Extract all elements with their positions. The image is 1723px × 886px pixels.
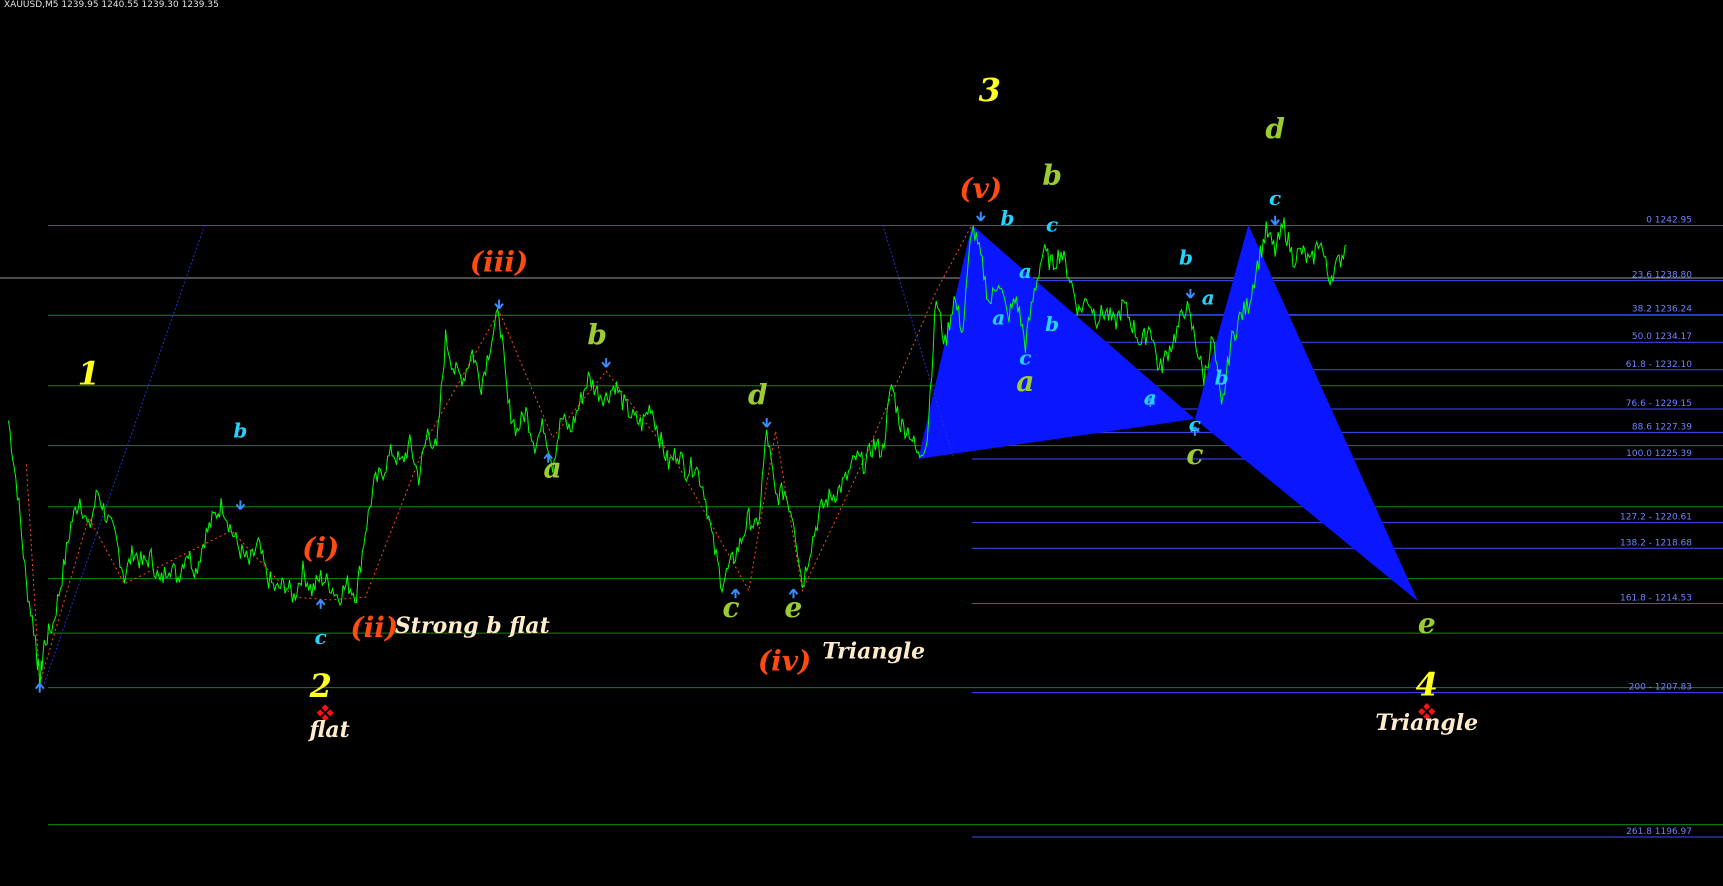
- fib-label-2: 38.2 1236.24: [1632, 305, 1692, 315]
- wave-label-primary-3: 4: [1416, 666, 1438, 704]
- wave-label-minute-30: c: [1189, 412, 1201, 436]
- wave-arrow-2: [235, 500, 246, 511]
- wave-label-minor-14: c: [722, 591, 739, 624]
- wave-arrow-3: [494, 299, 504, 310]
- fib-label-0: 0 1242.95: [1646, 215, 1692, 225]
- fib-label-3: 50.0 1234.17: [1632, 332, 1692, 342]
- fib-label-10: 161.8 - 1214.53: [1620, 593, 1692, 603]
- wave-label-minute-9: b: [233, 419, 247, 443]
- price-chart: 0 1242.95 23.6 1238.80 38.2 1236.24 50.0 12…: [0, 71, 1723, 838]
- wave-label-intermediate-4: (i): [302, 531, 339, 564]
- wave-label-minute-28: a: [1202, 286, 1215, 310]
- fib-label-7: 100.0 1225.39: [1626, 449, 1692, 459]
- trendline-0: [43, 224, 206, 684]
- wave-label-minute-24: a: [992, 306, 1005, 330]
- wave-label-minute-22: c: [1046, 212, 1058, 236]
- wave-arrow-7: [761, 417, 772, 428]
- wave-label-primary-2: 3: [979, 71, 1001, 109]
- wave-label-minor-12: a: [544, 452, 562, 485]
- wave-label-minor-19: d: [1265, 112, 1285, 145]
- wave-label-minute-32: c: [1269, 186, 1281, 210]
- wave-label-minute-21: b: [1001, 206, 1015, 230]
- wave-arrow-9: [975, 211, 986, 222]
- fib-label-9: 138.2 - 1218.68: [1620, 538, 1692, 548]
- fib-label-12: 261.8 1196.97: [1626, 827, 1692, 837]
- wave-label-intermediate-8: (v): [959, 172, 1002, 205]
- wave-label-intermediate-7: (iv): [758, 644, 811, 677]
- wave-label-primary-0: 1: [78, 354, 100, 392]
- wave-label-minute-10: c: [315, 625, 327, 649]
- fib-label-4: 61.8 - 1232.10: [1626, 360, 1692, 370]
- wave-comment-0: Strong b flat: [395, 613, 550, 639]
- wave-label-intermediate-6: (iii): [470, 245, 528, 278]
- wave-label-minute-25: b: [1045, 312, 1059, 336]
- harmonic-triangle-bcd: [1194, 224, 1418, 602]
- wave-label-minor-16: b: [1042, 159, 1062, 192]
- fib-label-5: 76.6 - 1229.15: [1626, 399, 1692, 409]
- wave-comment-2: flat: [307, 717, 349, 743]
- wave-label-minute-31: b: [1215, 365, 1229, 389]
- wave-label-minor-17: a: [1016, 365, 1034, 398]
- wave-label-minute-23: a: [1019, 259, 1032, 283]
- fib-label-1: 23.6 1238.80: [1632, 271, 1692, 281]
- wave-label-minute-26: c: [1019, 345, 1031, 369]
- wave-label-minor-11: b: [587, 319, 607, 352]
- fib-label-6: 88.6 1227.39: [1632, 422, 1692, 432]
- fib-label-11: 200 - 1207.83: [1629, 683, 1692, 693]
- wave-label-primary-1: 2: [309, 667, 332, 705]
- wave-label-minor-13: d: [748, 378, 768, 411]
- wave-arrow-13: [1270, 215, 1280, 226]
- wave-label-minor-20: e: [1418, 607, 1436, 640]
- wave-label-minute-29: a: [1144, 385, 1157, 409]
- wave-arrow-12: [1185, 288, 1196, 299]
- wave-comment-3: Triangle: [1375, 710, 1478, 736]
- wave-label-intermediate-5: (ii): [350, 611, 398, 644]
- price-series-line: [8, 217, 1347, 692]
- wave-label-minor-18: c: [1186, 438, 1203, 471]
- fib-label-8: 127.2 - 1220.61: [1620, 513, 1692, 523]
- wave-label-minute-27: b: [1179, 246, 1193, 270]
- wave-comment-1: Triangle: [822, 638, 925, 664]
- wave-arrow-1: [315, 599, 326, 609]
- wave-label-minor-15: e: [785, 591, 803, 624]
- wave-arrow-5: [601, 358, 611, 368]
- wave-arrow-0: [34, 683, 45, 693]
